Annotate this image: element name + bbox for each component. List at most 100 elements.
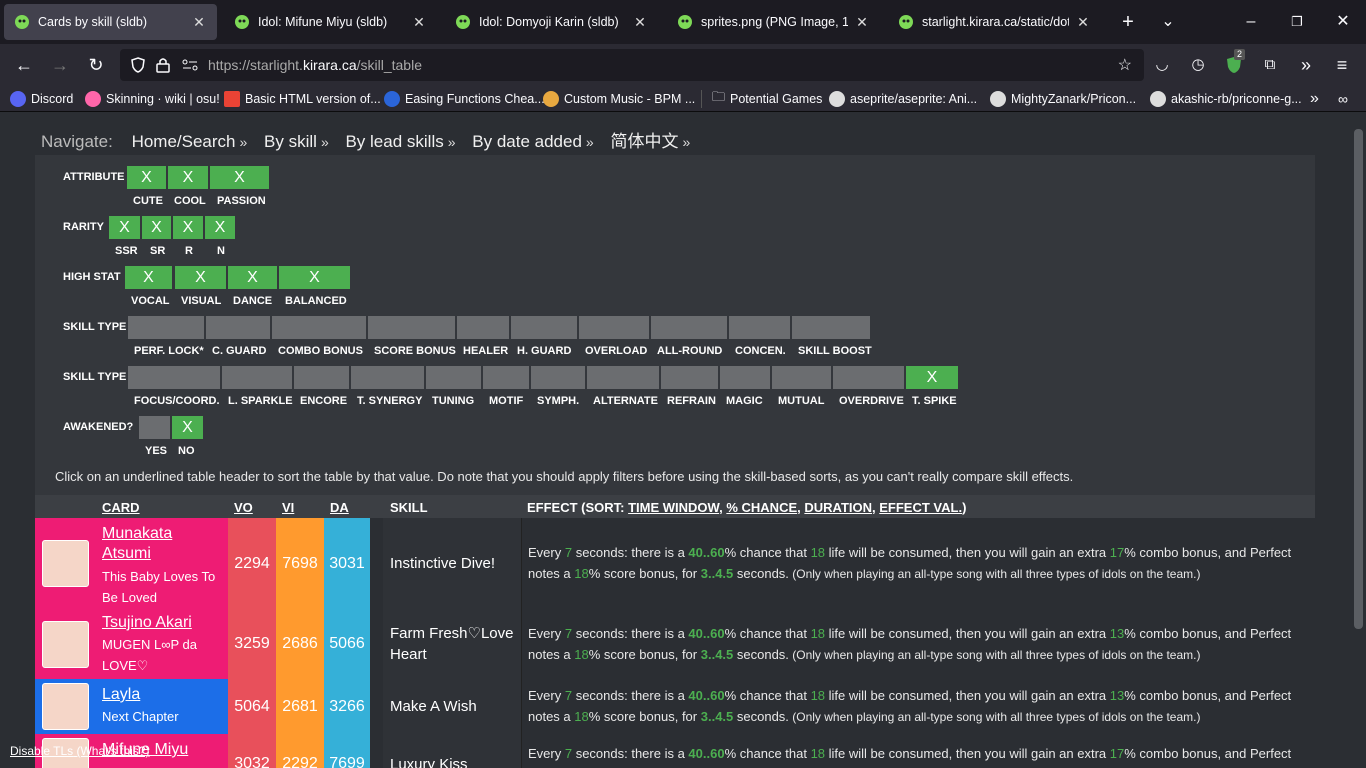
ublock-icon[interactable]: 2 — [1222, 49, 1246, 77]
filter-focus-coord-toggle[interactable] — [128, 366, 220, 389]
filter-all-round-toggle[interactable] — [651, 316, 727, 339]
mask-icon[interactable]: ∞ — [1338, 90, 1348, 108]
back-icon[interactable]: ← — [12, 53, 36, 77]
filter-balanced-toggle[interactable]: X — [279, 266, 350, 289]
filter-concen-toggle[interactable] — [729, 316, 790, 339]
bookmark-folder-potential-games[interactable]: 🗀 Potential Games — [712, 89, 822, 108]
filter-score-bonus-toggle[interactable] — [368, 316, 455, 339]
sort-time-window[interactable]: TIME WINDOW — [628, 500, 719, 515]
bookmark-star-icon[interactable]: ☆ — [1118, 55, 1132, 75]
overflow-chevron-icon[interactable]: » — [1294, 53, 1318, 77]
breadcrumb-by-skill[interactable]: By skill — [264, 132, 317, 151]
filter-combo-bonus-toggle[interactable] — [272, 316, 366, 339]
sort-duration[interactable]: DURATION — [804, 500, 872, 515]
filter-visual-toggle[interactable]: X — [175, 266, 226, 289]
filter-alternate-toggle[interactable] — [587, 366, 659, 389]
extensions-icon[interactable]: ⧉ — [1258, 53, 1282, 77]
reload-icon[interactable]: ↻ — [84, 53, 108, 77]
filter-encore-toggle[interactable] — [294, 366, 349, 389]
bookmark-easings[interactable]: Easing Functions Chea... — [384, 90, 545, 108]
filter-r-toggle[interactable]: X — [173, 216, 203, 239]
filter-c-guard-toggle[interactable] — [206, 316, 270, 339]
scrollbar-thumb[interactable] — [1354, 129, 1363, 629]
breadcrumb-home[interactable]: Home/Search — [132, 132, 236, 151]
filter-dance-toggle[interactable]: X — [228, 266, 277, 289]
filter-awakened-yes-toggle[interactable] — [139, 416, 170, 439]
filter-h-guard-toggle[interactable] — [511, 316, 577, 339]
breadcrumb-chinese[interactable]: 简体中文 — [610, 132, 678, 151]
sort-chance[interactable]: % CHANCE — [726, 500, 797, 515]
filter-passion-toggle[interactable]: X — [210, 166, 269, 189]
card-name-link[interactable]: Tsujino Akari — [102, 613, 222, 633]
filter-t-synergy-toggle[interactable] — [351, 366, 424, 389]
bookmarks-overflow-icon[interactable]: » — [1310, 90, 1319, 108]
disable-tls-link[interactable]: Disable TLs (What's this?) — [10, 744, 149, 758]
filter-motif-toggle[interactable] — [483, 366, 529, 389]
filter-n-toggle[interactable]: X — [205, 216, 235, 239]
shield-icon[interactable] — [130, 57, 146, 73]
filter-mutual-toggle[interactable] — [772, 366, 831, 389]
filter-overdrive-toggle[interactable] — [833, 366, 904, 389]
filter-l-sparkle-toggle[interactable] — [222, 366, 292, 389]
filter-perf-lock-toggle[interactable] — [128, 316, 204, 339]
tab-dots[interactable]: starlight.kirara.ca/static/dots.ht ✕ — [888, 4, 1101, 40]
filter-cute-toggle[interactable]: X — [127, 166, 166, 189]
filter-vocal-toggle[interactable]: X — [125, 266, 172, 289]
card-thumbnail[interactable] — [42, 683, 89, 730]
card-thumbnail[interactable] — [42, 540, 89, 587]
bookmark-custom-music[interactable]: Custom Music - BPM ... — [543, 90, 695, 108]
close-icon[interactable]: ✕ — [854, 14, 870, 31]
filter-tuning-toggle[interactable] — [426, 366, 481, 389]
tab-list-icon[interactable]: ⌄ — [1156, 10, 1180, 34]
card-name-link[interactable]: Munakata Atsumi — [102, 524, 192, 564]
filter-magic-toggle[interactable] — [720, 366, 770, 389]
filter-cool-toggle[interactable]: X — [168, 166, 208, 189]
header-card[interactable]: CARD — [102, 500, 140, 515]
restore-icon[interactable]: ❐ — [1285, 10, 1309, 34]
card-thumbnail[interactable] — [42, 621, 89, 668]
permissions-icon[interactable] — [182, 58, 198, 72]
tab-idol-mifune[interactable]: Idol: Mifune Miyu (sldb) ✕ — [224, 4, 437, 40]
header-da[interactable]: DA — [330, 500, 349, 515]
url-bar[interactable]: https://starlight.kirara.ca/skill_table … — [120, 49, 1144, 81]
close-window-icon[interactable]: ✕ — [1331, 10, 1355, 34]
filter-overload-toggle[interactable] — [579, 316, 649, 339]
close-icon[interactable]: ✕ — [632, 14, 648, 31]
filter-skill-boost-toggle[interactable] — [792, 316, 870, 339]
bookmark-priconne[interactable]: akashic-rb/priconne-g... — [1150, 90, 1302, 108]
bookmark-osu[interactable]: Skinning · wiki | osu! — [85, 90, 220, 108]
breadcrumb-by-date[interactable]: By date added — [472, 132, 582, 151]
close-icon[interactable]: ✕ — [411, 14, 427, 31]
menu-icon[interactable]: ≡ — [1330, 53, 1354, 77]
lock-icon[interactable] — [156, 57, 170, 73]
url-text[interactable]: https://starlight.kirara.ca/skill_table — [208, 57, 422, 73]
new-tab-button[interactable]: + — [1116, 10, 1140, 34]
close-icon[interactable]: ✕ — [1075, 14, 1091, 31]
sort-effect-val[interactable]: EFFECT VAL. — [879, 500, 962, 515]
header-vo[interactable]: VO — [234, 500, 253, 515]
tab-cards-by-skill[interactable]: Cards by skill (sldb) ✕ — [4, 4, 217, 40]
filter-refrain-toggle[interactable] — [661, 366, 718, 389]
filter-t-spike-toggle[interactable]: X — [906, 366, 958, 389]
tab-idol-domyoji[interactable]: Idol: Domyoji Karin (sldb) ✕ — [445, 4, 658, 40]
whats-this-label[interactable]: (What's this?) — [76, 744, 149, 758]
minimize-icon[interactable]: – — [1239, 10, 1263, 34]
forward-icon[interactable]: → — [48, 53, 72, 77]
pocket-icon[interactable]: ◡ — [1150, 53, 1174, 77]
close-icon[interactable]: ✕ — [191, 14, 207, 31]
filter-sr-toggle[interactable]: X — [142, 216, 171, 239]
bookmark-gmail[interactable]: Basic HTML version of... — [224, 90, 381, 108]
filter-healer-toggle[interactable] — [457, 316, 509, 339]
scrollbar[interactable] — [1350, 113, 1366, 768]
breadcrumb-by-lead-skills[interactable]: By lead skills — [345, 132, 443, 151]
bookmark-aseprite[interactable]: aseprite/aseprite: Ani... — [829, 90, 977, 108]
filter-ssr-toggle[interactable]: X — [109, 216, 140, 239]
card-name-link[interactable]: Layla — [102, 685, 222, 705]
filter-awakened-no-toggle[interactable]: X — [172, 416, 203, 439]
tab-sprites[interactable]: sprites.png (PNG Image, 165 × ✕ — [667, 4, 880, 40]
bookmark-pricon[interactable]: MightyZanark/Pricon... — [990, 90, 1136, 108]
filter-symph-toggle[interactable] — [531, 366, 585, 389]
bookmark-discord[interactable]: Discord — [10, 90, 73, 108]
history-icon[interactable]: ◷ — [1186, 53, 1210, 77]
header-vi[interactable]: VI — [282, 500, 294, 515]
